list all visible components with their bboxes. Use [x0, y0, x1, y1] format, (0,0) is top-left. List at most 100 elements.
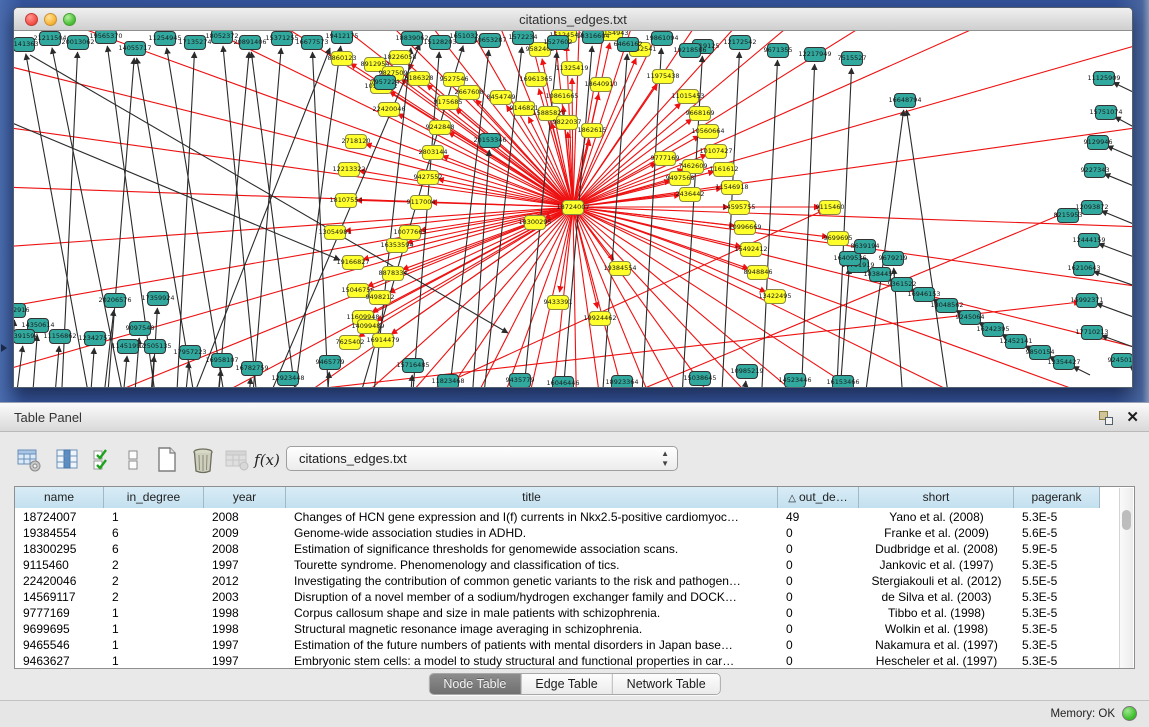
table-row[interactable]: 1830029562008Estimation of significance …	[15, 541, 1100, 557]
graph-node[interactable]: 12342757	[84, 331, 106, 346]
graph-node[interactable]: 7515527	[841, 51, 863, 66]
graph-node[interactable]: 11546918	[721, 180, 743, 195]
graph-node[interactable]: 10560664	[697, 124, 719, 139]
graph-node[interactable]: 8639194	[854, 239, 876, 254]
graph-node[interactable]: 9435779	[509, 373, 531, 388]
function-builder-button[interactable]: f(x)	[252, 445, 282, 475]
table-cell[interactable]: Stergiakouli et al. (2012)	[859, 573, 1014, 589]
table-selector-dropdown[interactable]: citations_edges.txt ▲▼	[286, 446, 678, 471]
graph-node[interactable]: 16153466	[832, 375, 854, 388]
table-cell[interactable]: 1997	[204, 637, 286, 653]
table-cell[interactable]: Disruption of a novel member of a sodium…	[286, 589, 778, 605]
graph-node[interactable]: 10077663	[399, 225, 421, 240]
graph-node[interactable]: 11125909	[1093, 71, 1115, 86]
table-row[interactable]: 946554611997Estimation of the future num…	[15, 637, 1100, 653]
graph-node[interactable]: 14523446	[784, 373, 806, 388]
graph-node[interactable]: 18316604	[582, 31, 604, 44]
graph-node[interactable]: 16648794	[894, 93, 916, 108]
table-cell[interactable]: 5.3E-5	[1014, 621, 1100, 637]
table-row[interactable]: 911546021997Tourette syndrome. Phenomeno…	[15, 557, 1100, 573]
graph-node[interactable]: 11254945	[154, 31, 176, 46]
graph-node[interactable]: 20206576	[104, 293, 126, 308]
table-cell[interactable]: 0	[778, 637, 859, 653]
table-cell[interactable]: Changes of HCN gene expression and I(f) …	[286, 509, 778, 525]
graph-node[interactable]: 14055717	[124, 41, 146, 56]
table-cell[interactable]: 5.3E-5	[1014, 589, 1100, 605]
graph-node[interactable]: 9668169	[689, 106, 711, 121]
graph-node[interactable]: 11975438	[652, 69, 674, 84]
graph-node[interactable]: 19412175	[331, 31, 353, 44]
table-cell[interactable]: 5.3E-5	[1014, 653, 1100, 669]
graph-node[interactable]: 18839062	[401, 31, 423, 46]
table-settings-button[interactable]	[14, 445, 44, 475]
graph-node[interactable]: 12093872	[1081, 200, 1103, 215]
table-cell[interactable]: Structural magnetic resonance image aver…	[286, 621, 778, 637]
graph-node[interactable]: 9117004	[410, 195, 432, 210]
graph-node[interactable]: 10107427	[705, 144, 727, 159]
close-window-button[interactable]	[25, 13, 38, 26]
table-cell[interactable]: 5.9E-5	[1014, 541, 1100, 557]
graph-node[interactable]: 16046446	[552, 376, 574, 388]
row-height-button[interactable]	[118, 445, 148, 475]
graph-node[interactable]: 9175685	[437, 95, 459, 110]
graph-node[interactable]: 18300295	[524, 215, 546, 230]
graph-node[interactable]: 9227343	[1084, 163, 1106, 178]
table-cell[interactable]: 0	[778, 605, 859, 621]
new-file-button[interactable]	[152, 445, 182, 475]
graph-node[interactable]: 22420046	[378, 102, 400, 117]
graph-node[interactable]: 8948846	[747, 265, 769, 280]
column-header-name[interactable]: name	[15, 487, 104, 508]
column-header-pagerank[interactable]: pagerank	[1014, 487, 1100, 508]
graph-node[interactable]: 12172542	[729, 35, 751, 50]
table-cell[interactable]: 1	[104, 605, 204, 621]
table-cell[interactable]: 0	[778, 621, 859, 637]
graph-node[interactable]: 9115460	[819, 200, 841, 215]
graph-node[interactable]: 15716485	[402, 358, 424, 373]
graph-node[interactable]: 16958107	[211, 353, 233, 368]
table-cell[interactable]: Estimation of significance thresholds fo…	[286, 541, 778, 557]
graph-node[interactable]: 12923448	[277, 371, 299, 386]
column-header-out_de[interactable]: △out_de…	[778, 487, 859, 508]
graph-node[interactable]: 20153346	[479, 133, 501, 148]
graph-node[interactable]: 21211504	[39, 31, 61, 46]
table-row[interactable]: 1456911722003Disruption of a novel membe…	[15, 589, 1100, 605]
graph-node[interactable]: 17135274	[184, 35, 206, 50]
scrollbar-thumb[interactable]	[1122, 510, 1131, 530]
tab-node-table[interactable]: Node Table	[429, 674, 521, 694]
table-cell[interactable]: 2003	[204, 589, 286, 605]
graph-node[interactable]: 16242395	[982, 322, 1004, 337]
graph-node[interactable]: 16961365	[525, 72, 547, 87]
table-cell[interactable]: 2009	[204, 525, 286, 541]
table-cell[interactable]: 2012	[204, 573, 286, 589]
graph-node[interactable]: 8860123	[331, 51, 353, 66]
table-cell[interactable]: 18724007	[15, 509, 104, 525]
table-cell[interactable]: 2	[104, 557, 204, 573]
table-cell[interactable]: Jankovic et al. (1997)	[859, 557, 1014, 573]
graph-node[interactable]: 8878334	[382, 266, 404, 281]
graph-node[interactable]: 9391594	[14, 329, 35, 344]
table-cell[interactable]: Tourette syndrome. Phenomenology and cla…	[286, 557, 778, 573]
graph-node[interactable]: 15751074	[1095, 105, 1117, 120]
table-cell[interactable]: Embryonic stem cells: a model to study s…	[286, 653, 778, 669]
graph-node[interactable]: 10861665	[551, 89, 573, 104]
vertical-scrollbar[interactable]	[1119, 488, 1133, 668]
table-cell[interactable]: Estimation of the future numbers of pati…	[286, 637, 778, 653]
graph-node[interactable]: 11823468	[437, 374, 459, 388]
column-visibility-button[interactable]	[52, 445, 82, 475]
graph-node[interactable]: 6466162	[617, 37, 639, 52]
graph-node[interactable]: 16677573	[301, 35, 323, 50]
table-row[interactable]: 1872400712008Changes of HCN gene express…	[15, 509, 1100, 525]
column-header-title[interactable]: title	[286, 487, 778, 508]
graph-node[interactable]: 15992371	[1076, 293, 1098, 308]
table-cell[interactable]: 14569117	[15, 589, 104, 605]
table-cell[interactable]: Investigating the contribution of common…	[286, 573, 778, 589]
graph-node[interactable]: 12505135	[144, 339, 166, 354]
graph-node[interactable]: 10996669	[734, 220, 756, 235]
table-row[interactable]: 969969511998Structural magnetic resonanc…	[15, 621, 1100, 637]
graph-node[interactable]: 9245064	[959, 310, 981, 325]
graph-node[interactable]: 19924462	[589, 311, 611, 326]
delete-button[interactable]	[188, 445, 218, 475]
table-cell[interactable]: Genome-wide association studies in ADHD.	[286, 525, 778, 541]
table-cell[interactable]: 5.3E-5	[1014, 605, 1100, 621]
zoom-window-button[interactable]	[63, 13, 76, 26]
